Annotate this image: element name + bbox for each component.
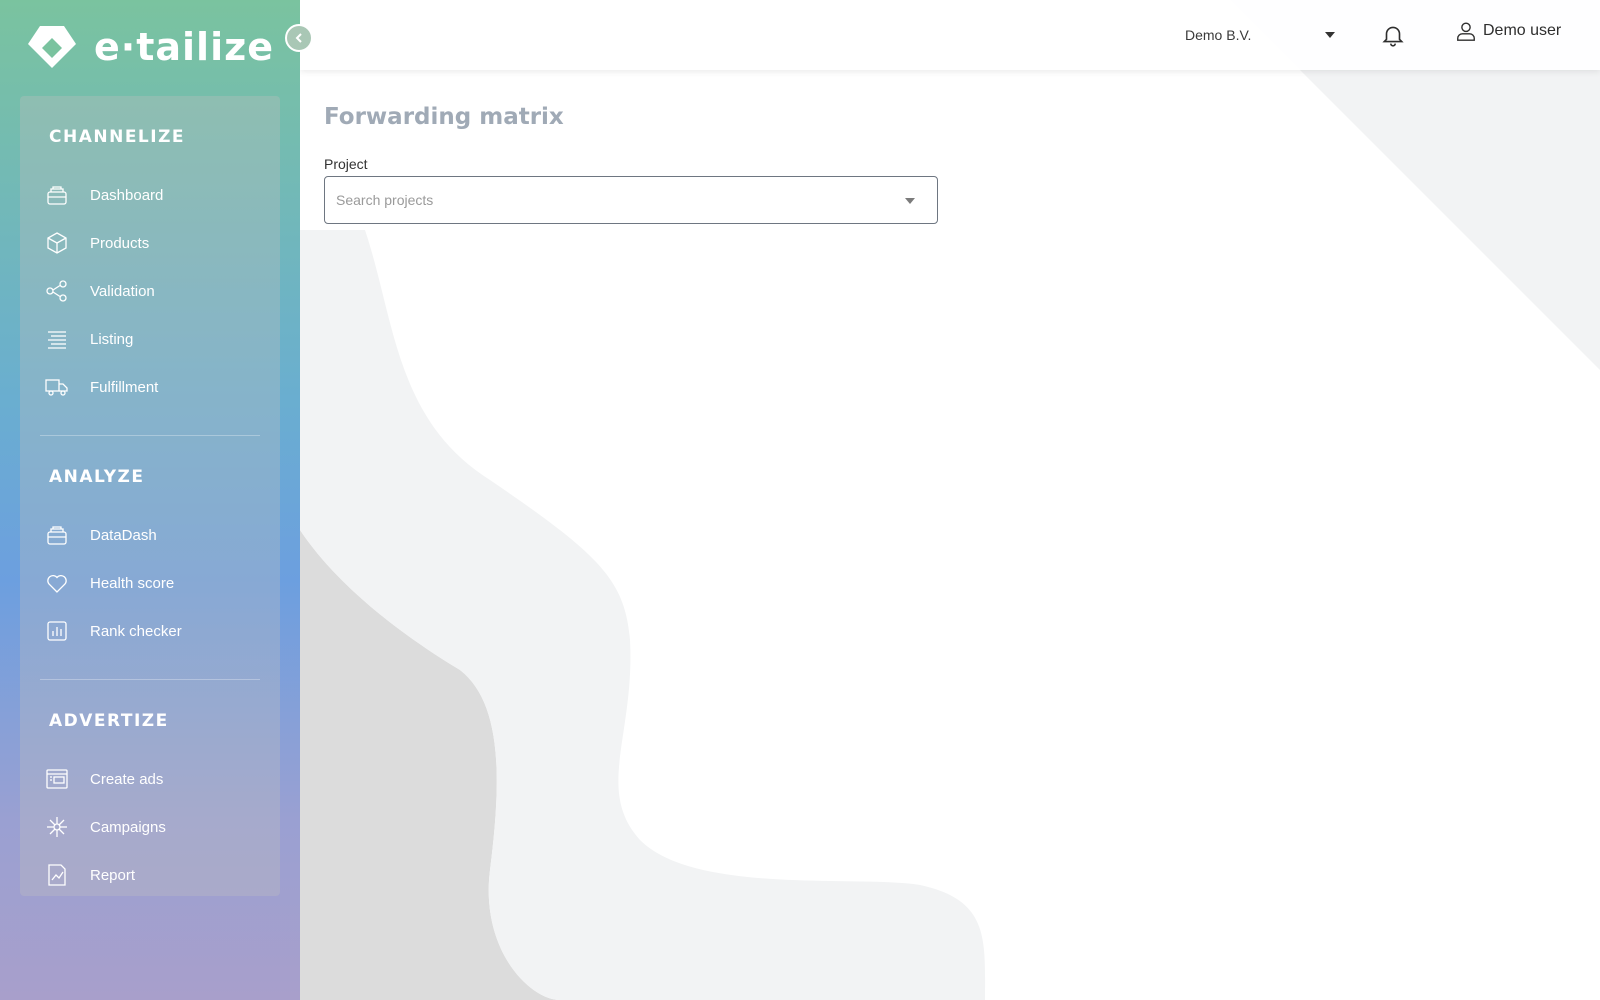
dashboard-icon [47,186,67,205]
section-title-advertize: ADVERTIZE [49,711,169,731]
sidebar-item-label: Products [90,234,150,252]
ads-icon [46,769,68,789]
project-label: Project [324,156,368,172]
project-select[interactable] [324,176,938,224]
main-content: Demo B.V. Demo user Forwarding matrix Pr… [300,0,1600,1000]
sidebar-item-health-score[interactable]: Health score [45,569,265,597]
chevron-left-icon [295,33,302,43]
sidebar-item-label: Validation [90,282,155,300]
etailize-logo-icon [28,26,76,68]
caret-down-icon [1325,32,1335,38]
collapse-sidebar-button[interactable] [285,24,313,52]
organization-name: Demo B.V. [1185,27,1252,43]
divider [40,679,260,680]
section-title-channelize: CHANNELIZE [49,127,186,147]
nav-panel: CHANNELIZE Dashboard Products Validation… [20,96,280,896]
background-shapes [300,0,1600,1000]
sidebar-item-campaigns[interactable]: Campaigns [45,813,265,841]
sidebar-item-label: Rank checker [90,622,182,640]
heart-icon [47,575,67,593]
user-name: Demo user [1483,22,1562,39]
sidebar: e·tailize CHANNELIZE Dashboard Products … [0,0,300,1000]
top-bar: Demo B.V. Demo user [300,0,1600,70]
page-title: Forwarding matrix [324,104,564,130]
sidebar-item-dashboard[interactable]: Dashboard [45,181,265,209]
box-icon [47,232,67,254]
user-menu[interactable]: Demo user [1455,20,1561,42]
sidebar-item-label: Campaigns [90,818,166,836]
section-title-analyze: ANALYZE [49,467,145,487]
truck-icon [45,379,68,396]
project-search-input[interactable] [336,180,876,220]
user-icon [1457,22,1475,41]
sidebar-item-listing[interactable]: Listing [45,325,265,353]
caret-down-icon[interactable] [905,198,915,204]
sidebar-item-report[interactable]: Report [45,861,265,889]
bar-chart-icon [47,621,67,641]
sidebar-item-rank-checker[interactable]: Rank checker [45,617,265,645]
sidebar-item-datadash[interactable]: DataDash [45,521,265,549]
divider [40,435,260,436]
datadash-icon [47,526,67,545]
report-icon [48,864,66,886]
sidebar-item-create-ads[interactable]: Create ads [45,765,265,793]
logo[interactable]: e·tailize [26,24,274,70]
sidebar-item-label: DataDash [90,526,157,544]
sidebar-item-label: Report [90,866,136,884]
list-icon [48,331,66,349]
sidebar-item-label: Dashboard [90,186,164,204]
sidebar-item-validation[interactable]: Validation [45,277,265,305]
sidebar-item-label: Listing [90,330,134,348]
sidebar-item-fulfillment[interactable]: Fulfillment [45,373,265,401]
sidebar-item-label: Fulfillment [90,378,159,396]
organization-select[interactable]: Demo B.V. [1185,20,1335,50]
sidebar-item-label: Create ads [90,770,164,788]
share-nodes-icon [46,280,67,302]
logo-text: e·tailize [94,25,274,69]
sidebar-item-products[interactable]: Products [45,229,265,257]
sidebar-item-label: Health score [90,574,175,592]
bell-icon[interactable] [1380,22,1406,48]
campaigns-icon [47,817,67,837]
